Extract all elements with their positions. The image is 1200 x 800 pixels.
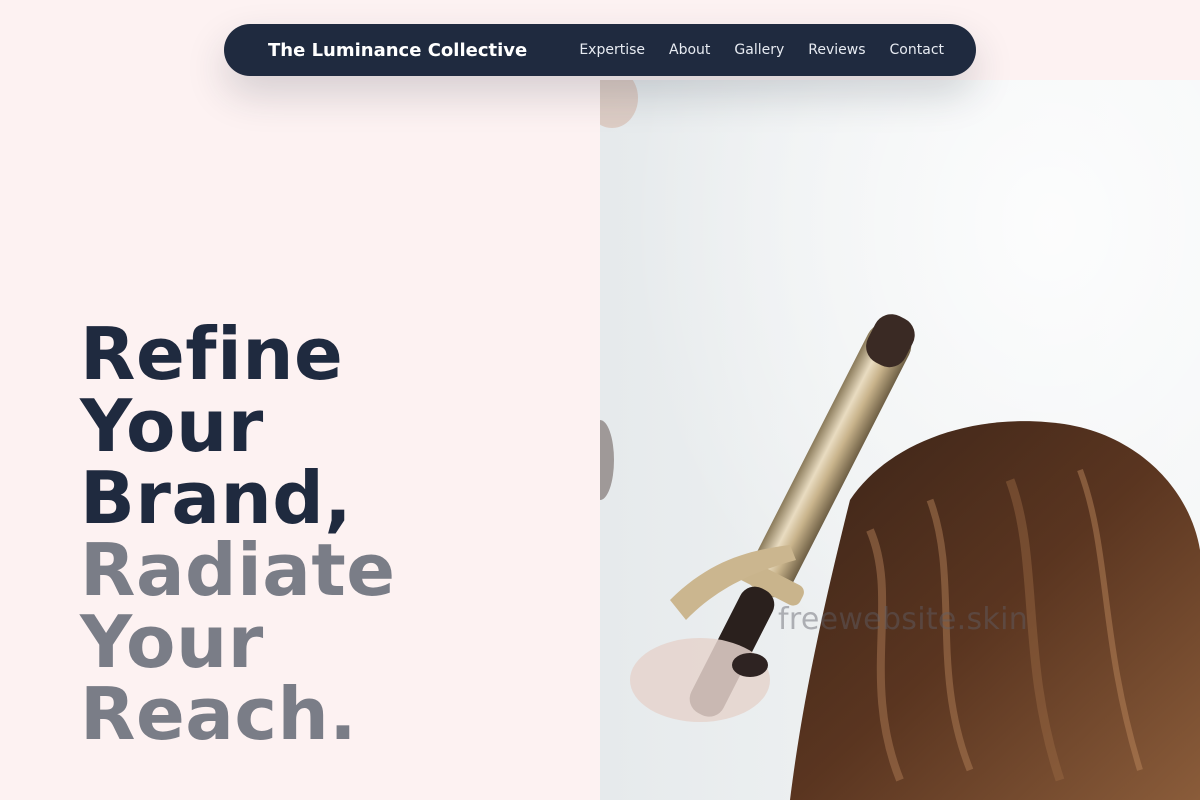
headline-line: Your: [80, 384, 264, 468]
headline-line-accent: Radiate: [80, 528, 396, 612]
nav-link-expertise[interactable]: Expertise: [579, 42, 645, 58]
nav-link-reviews[interactable]: Reviews: [808, 42, 865, 58]
watermark-text: freewebsite.skin: [778, 602, 1029, 637]
headline-line: Refine: [80, 312, 344, 396]
nav-link-contact[interactable]: Contact: [890, 42, 944, 58]
landing-page: freewebsite.skin The Luminance Collectiv…: [0, 0, 1200, 800]
top-navigation: The Luminance Collective Expertise About…: [224, 24, 976, 76]
nav-link-gallery[interactable]: Gallery: [734, 42, 784, 58]
hero-photo: freewebsite.skin: [600, 80, 1200, 800]
brand-logo-text[interactable]: The Luminance Collective: [268, 40, 527, 61]
nav-links: Expertise About Gallery Reviews Contact: [579, 42, 944, 58]
hair-curling-photo-illustration: [600, 80, 1200, 800]
headline-line: Brand,: [80, 456, 353, 540]
hero-headline: Refine Your Brand, Radiate Your Reach.: [80, 318, 396, 750]
headline-line-accent: Reach.: [80, 672, 358, 756]
nav-link-about[interactable]: About: [669, 42, 710, 58]
headline-line-accent: Your: [80, 600, 264, 684]
